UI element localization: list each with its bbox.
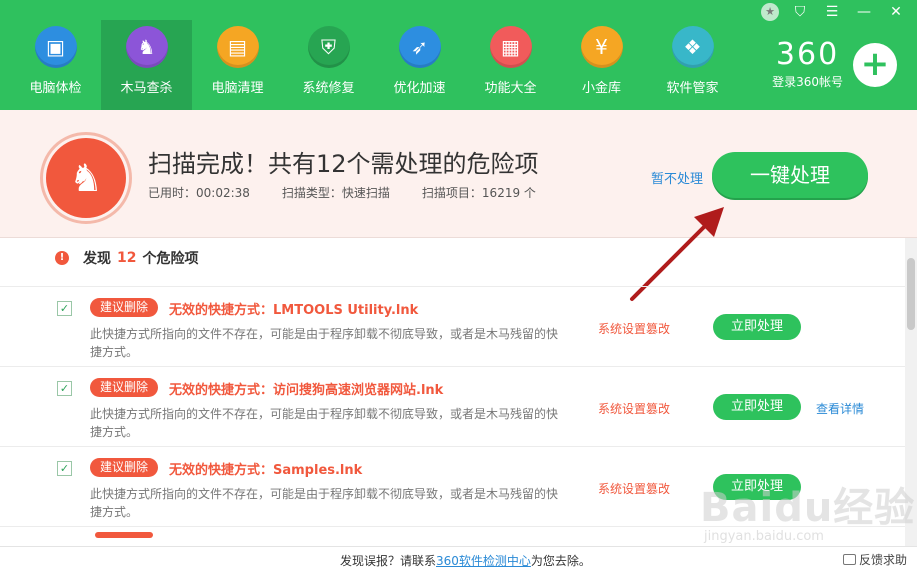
item-category: 系统设置篡改: [598, 322, 671, 336]
list-header-prefix: 发现: [83, 251, 111, 267]
brand-area: 360 登录360帐号 +: [772, 40, 897, 90]
warning-icon: !: [55, 251, 69, 265]
suggest-delete-badge: 建议删除: [90, 458, 159, 477]
nav-item-2[interactable]: ▤ 电脑清理: [192, 20, 283, 110]
elapsed-time: 已用时：00:02:38: [148, 186, 250, 200]
main-nav: ▣ 电脑体检 ♞ 木马查杀 ▤ 电脑清理 ⛨ 系统修复 ➶ 优化加速 ▦ 功能大全 ¥ 小金库 ❖ 软件管家: [10, 20, 738, 110]
footer-text-before: 发现误报？请联系: [340, 554, 437, 568]
feedback-icon: [842, 554, 856, 565]
shirt-icon[interactable]: ⛉: [789, 2, 811, 22]
nav-label: 系统修复: [302, 81, 355, 96]
rocket-icon: ➶: [398, 26, 441, 68]
nav-item-3[interactable]: ⛨ 系统修复: [283, 20, 374, 110]
nav-label: 优化加速: [393, 81, 446, 96]
fix-now-button[interactable]: 立即处理: [713, 314, 801, 340]
feedback-link[interactable]: 反馈求助: [842, 551, 907, 568]
scan-stats: 已用时：00:02:38 扫描类型：快速扫描 扫描项目：16219 个: [148, 184, 568, 201]
list-scrollbar[interactable]: [905, 238, 917, 546]
item-title: 无效的快捷方式：LMTOOLS Utility.lnk: [169, 303, 419, 318]
item-description: 此快捷方式所指向的文件不存在，可能是由于程序卸载不彻底导致，或者是木马残留的快捷…: [90, 487, 559, 519]
scan-items: 扫描项目：16219 个: [421, 186, 536, 200]
apps-icon: ▦: [489, 26, 532, 68]
item-checkbox[interactable]: ✓: [57, 461, 72, 476]
item-category: 系统设置篡改: [598, 402, 671, 416]
broom-icon: ▤: [216, 26, 259, 68]
shield-icon: ⛨: [307, 26, 350, 68]
feedback-label: 反馈求助: [858, 553, 907, 567]
horse-icon: ♞: [125, 26, 168, 68]
scan-status-ring: ♞: [40, 132, 132, 224]
list-item: ✓ 建议删除 无效的快捷方式：Samples.lnk 此快捷方式所指向的文件不存在，可…: [0, 446, 905, 526]
nav-label: 电脑清理: [211, 81, 264, 96]
close-icon[interactable]: ✕: [885, 2, 907, 22]
footer-text-after: 为您去除。: [530, 554, 591, 568]
coin-icon: ¥: [580, 26, 623, 68]
brand-text: 360 登录360帐号: [772, 40, 843, 90]
scan-result-title: 扫描完成！共有12个需处理的危险项: [148, 150, 539, 178]
top-toolbar: ★ ⛉ ☰ — ✕ ▣ 电脑体检 ♞ 木马查杀 ▤ 电脑清理 ⛨ 系统修复 ➶ 优化加速 ▦ 功能大全…: [0, 0, 917, 110]
nav-label: 功能大全: [484, 81, 537, 96]
menu-icon[interactable]: ☰: [821, 2, 843, 22]
window-controls: ★ ⛉ ☰ — ✕: [761, 2, 907, 22]
nav-item-0[interactable]: ▣ 电脑体检: [10, 20, 101, 110]
nav-item-5[interactable]: ▦ 功能大全: [465, 20, 556, 110]
suggest-delete-badge: 建议删除: [90, 298, 159, 317]
item-title: 无效的快捷方式：访问搜狗高速浏览器网站.lnk: [169, 383, 444, 398]
badge-stub: [95, 532, 153, 538]
danger-count: 12: [117, 250, 137, 266]
nav-item-1[interactable]: ♞ 木马查杀: [101, 20, 192, 110]
list-item-partial: [0, 526, 905, 546]
item-checkbox[interactable]: ✓: [57, 301, 72, 316]
list-header-suffix: 个危险项: [142, 251, 199, 267]
fix-now-button[interactable]: 立即处理: [713, 394, 801, 420]
list-item: ✓ 建议删除 无效的快捷方式：访问搜狗高速浏览器网站.lnk 此快捷方式所指向的文件不…: [0, 366, 905, 446]
nav-label: 木马查杀: [120, 81, 173, 96]
scan-result-banner: ♞ 扫描完成！共有12个需处理的危险项 已用时：00:02:38 扫描类型：快速…: [0, 110, 917, 238]
footer-bar: 发现误报？请联系360软件检测中心为您去除。 反馈求助: [0, 546, 917, 572]
item-description: 此快捷方式所指向的文件不存在，可能是由于程序卸载不彻底导致，或者是木马残留的快捷…: [90, 407, 559, 439]
nav-label: 电脑体检: [29, 81, 82, 96]
item-checkbox[interactable]: ✓: [57, 381, 72, 396]
brand-logo: 360: [775, 37, 840, 72]
item-description: 此快捷方式所指向的文件不存在，可能是由于程序卸载不彻底导致，或者是木马残留的快捷…: [90, 327, 559, 359]
login-link[interactable]: 登录360帐号: [772, 73, 843, 90]
fix-now-button[interactable]: 立即处理: [713, 474, 801, 500]
detection-center-link[interactable]: 360软件检测中心: [436, 554, 531, 568]
monitor-icon: ▣: [34, 26, 77, 68]
list-item: ✓ 建议删除 无效的快捷方式：LMTOOLS Utility.lnk 此快捷方式所指向…: [0, 286, 905, 366]
nav-label: 小金库: [581, 81, 621, 96]
nav-label: 软件管家: [666, 81, 719, 96]
plus-icon[interactable]: +: [853, 43, 897, 87]
suggest-delete-badge: 建议删除: [90, 378, 159, 397]
horse-icon: ♞: [46, 138, 126, 218]
danger-list: ✓ 建议删除 无效的快捷方式：LMTOOLS Utility.lnk 此快捷方式所指向…: [0, 286, 905, 546]
scan-type: 扫描类型：快速扫描: [281, 186, 390, 200]
nav-item-4[interactable]: ➶ 优化加速: [374, 20, 465, 110]
danger-list-header: ! 发现 12 个危险项: [55, 248, 198, 268]
nav-item-7[interactable]: ❖ 软件管家: [647, 20, 738, 110]
fix-all-button[interactable]: 一键处理: [712, 152, 868, 198]
minimize-icon[interactable]: —: [853, 2, 875, 22]
nav-item-6[interactable]: ¥ 小金库: [556, 20, 647, 110]
false-positive-note: 发现误报？请联系360软件检测中心为您去除。: [340, 552, 591, 569]
scrollbar-thumb[interactable]: [907, 258, 915, 330]
software-icon: ❖: [671, 26, 714, 68]
skip-link[interactable]: 暂不处理: [651, 168, 703, 187]
star-icon[interactable]: ★: [761, 3, 779, 21]
item-title: 无效的快捷方式：Samples.lnk: [169, 463, 363, 478]
view-details-link[interactable]: 查看详情: [816, 400, 864, 417]
item-category: 系统设置篡改: [598, 482, 671, 496]
